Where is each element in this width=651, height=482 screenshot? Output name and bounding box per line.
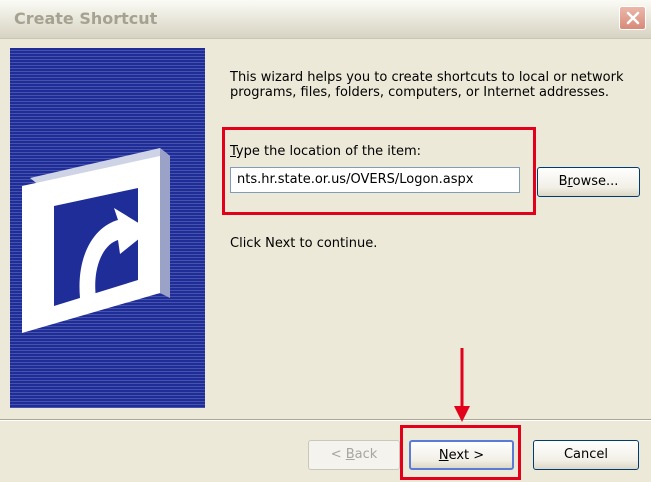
shortcut-arrow-icon — [22, 148, 170, 333]
browse-label-pre: B — [558, 174, 568, 189]
browse-label-post: owse... — [572, 174, 619, 189]
close-icon — [626, 11, 640, 25]
browse-button[interactable]: Browse... — [537, 167, 640, 197]
title-bar[interactable]: Create Shortcut — [0, 0, 651, 39]
create-shortcut-dialog: Create Shortcut This wizard helps you to… — [0, 0, 651, 482]
location-highlight-box — [222, 127, 536, 215]
cancel-button[interactable]: Cancel — [533, 440, 639, 470]
back-label-post: ack — [354, 447, 378, 462]
intro-text: This wizard helps you to create shortcut… — [230, 70, 624, 100]
wizard-banner — [10, 48, 205, 408]
back-button[interactable]: < Back — [308, 440, 400, 470]
footer-divider — [0, 419, 651, 421]
red-down-arrow-icon — [454, 348, 470, 422]
continue-text: Click Next to continue. — [230, 236, 378, 251]
next-highlight-box — [400, 425, 521, 480]
window-title: Create Shortcut — [14, 9, 158, 28]
back-label-accel: B — [345, 447, 355, 462]
close-button[interactable] — [619, 6, 646, 30]
back-label-pre: < — [330, 447, 346, 462]
